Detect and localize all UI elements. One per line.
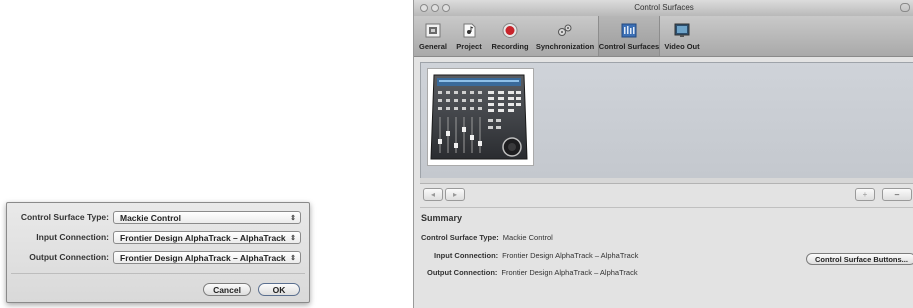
video-out-icon [674, 23, 690, 37]
device-selection[interactable] [427, 68, 534, 166]
input-connection-value: Frontier Design AlphaTrack – AlphaTrack [120, 233, 286, 243]
summary-output-key: Output Connection: [427, 268, 498, 277]
control-surface-setup-dialog: Control Surface Type: Mackie Control ⇕ I… [6, 202, 310, 303]
control-surface-type-value: Mackie Control [120, 213, 181, 223]
summary-type-key: Control Surface Type: [421, 233, 499, 242]
tab-synchronization[interactable]: Synchronization [534, 16, 596, 56]
summary-type-value: Mackie Control [502, 233, 553, 242]
preferences-window: Control Surfaces General Project Recordi… [413, 0, 913, 308]
title-bar: Control Surfaces [414, 0, 913, 17]
output-connection-select[interactable]: Frontier Design AlphaTrack – AlphaTrack … [113, 251, 301, 264]
preferences-toolbar: General Project Recording Synchronizatio… [414, 16, 913, 57]
control-surface-type-label: Control Surface Type: [20, 212, 109, 222]
previous-button[interactable]: ◂ [423, 188, 443, 201]
window-title: Control Surfaces [634, 3, 694, 12]
cancel-button[interactable]: Cancel [203, 283, 251, 296]
tab-recording[interactable]: Recording [488, 16, 532, 56]
tab-project[interactable]: Project [452, 16, 486, 56]
select-arrows-icon: ⇕ [290, 215, 296, 222]
input-connection-label: Input Connection: [36, 232, 109, 242]
tab-video-out-label: Video Out [664, 42, 700, 51]
control-surfaces-icon [621, 23, 637, 38]
device-setup-area [420, 62, 913, 179]
control-surface-buttons-button[interactable]: Control Surface Buttons... [806, 253, 913, 265]
summary-input-key: Input Connection: [434, 251, 499, 260]
tab-general-label: General [419, 42, 447, 51]
summary-heading: Summary [421, 213, 463, 223]
summary-row-type: Control Surface Type: Mackie Control [421, 233, 553, 242]
summary-input-value: Frontier Design AlphaTrack – AlphaTrack [502, 251, 639, 260]
summary-row-output: Output Connection: Frontier Design AlphaT… [427, 268, 638, 277]
tab-control-surfaces-label: Control Surfaces [598, 42, 660, 51]
select-arrows-icon: ⇕ [290, 255, 296, 262]
toolbar-toggle-button[interactable] [900, 3, 910, 12]
remove-surface-button[interactable]: – [882, 188, 912, 201]
output-connection-label: Output Connection: [29, 252, 109, 262]
tab-recording-label: Recording [491, 42, 529, 51]
control-surfaces-pane: ◂ ▸ + – Summary Control Surface Type: Mac… [414, 57, 913, 308]
input-connection-select[interactable]: Frontier Design AlphaTrack – AlphaTrack … [113, 231, 301, 244]
next-button[interactable]: ▸ [445, 188, 465, 201]
tab-control-surfaces[interactable]: Control Surfaces [598, 16, 660, 56]
horizontal-scrollbar[interactable] [420, 178, 913, 184]
control-surface-type-select[interactable]: Mackie Control ⇕ [113, 211, 301, 224]
summary-divider [420, 207, 913, 208]
summary-row-input: Input Connection: Frontier Design AlphaTr… [434, 251, 638, 260]
tab-synchronization-label: Synchronization [535, 42, 595, 51]
output-connection-value: Frontier Design AlphaTrack – AlphaTrack [120, 253, 286, 263]
summary-output-value: Frontier Design AlphaTrack – AlphaTrack [501, 268, 638, 277]
mackie-control-device-image [430, 74, 528, 160]
general-icon [425, 23, 441, 38]
tab-general[interactable]: General [416, 16, 450, 56]
tab-video-out[interactable]: Video Out [662, 16, 702, 56]
select-arrows-icon: ⇕ [290, 235, 296, 242]
ok-button[interactable]: OK [258, 283, 300, 296]
project-icon [463, 23, 476, 38]
tab-project-label: Project [456, 42, 482, 51]
recording-icon [502, 23, 518, 38]
synchronization-icon [558, 24, 572, 36]
dialog-separator [11, 273, 305, 274]
add-surface-button[interactable]: + [855, 188, 875, 201]
